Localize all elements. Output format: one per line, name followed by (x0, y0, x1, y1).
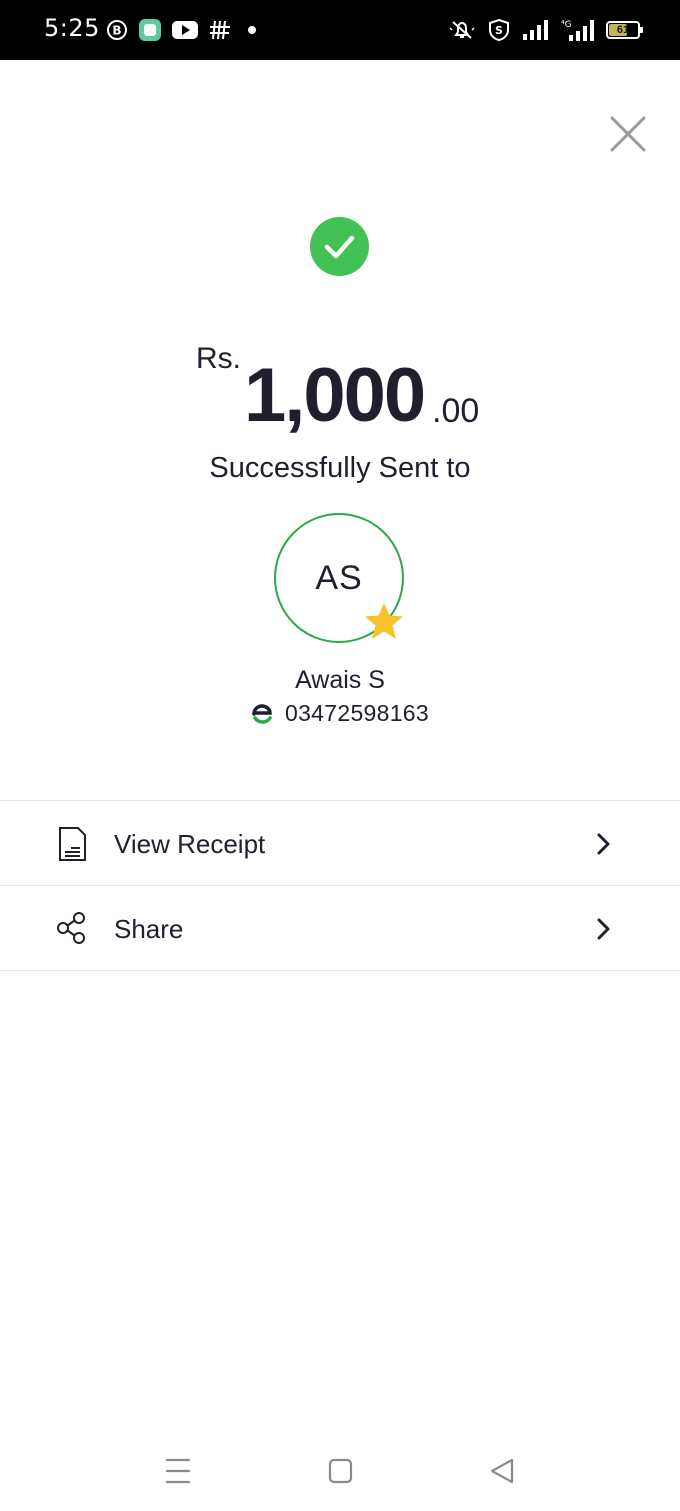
share-button[interactable]: Share (0, 885, 680, 971)
status-time: 5:25 (44, 14, 100, 42)
view-receipt-label: View Receipt (114, 829, 266, 859)
share-icon (57, 912, 85, 944)
favorite-star-icon (365, 603, 403, 639)
battery-level: 61 (616, 24, 630, 36)
back-button[interactable] (482, 1454, 522, 1488)
notification-icons: B (106, 16, 262, 44)
close-icon (610, 116, 646, 152)
share-label: Share (114, 914, 184, 944)
home-button[interactable] (320, 1454, 360, 1488)
recipient-name: Awais S (295, 666, 385, 694)
action-list: View Receipt Share (0, 800, 680, 971)
amount-decimal: .00 (432, 392, 480, 430)
success-check-icon (310, 217, 369, 276)
youtube-icon (172, 21, 198, 39)
easypaisa-logo-icon (252, 703, 272, 724)
dot-icon (248, 26, 256, 34)
svg-text:⁴G: ⁴G (561, 20, 572, 30)
close-button[interactable] (608, 114, 648, 154)
signal-icon (523, 20, 548, 40)
signal-4g-icon: ⁴G (561, 20, 594, 41)
amount-currency: Rs. (196, 342, 241, 375)
battery-icon: 61 (606, 21, 643, 39)
home-icon (328, 1458, 353, 1484)
mute-icon (449, 21, 475, 39)
back-icon (490, 1458, 514, 1484)
avatar-initials: AS (315, 558, 363, 597)
b-circle-icon: B (107, 20, 127, 40)
vpn-shield-icon: S (489, 18, 509, 42)
amount-whole: 1,000 (244, 353, 426, 438)
recipient-phone-row: 03472598163 (0, 700, 680, 727)
hashtag-icon (210, 20, 230, 40)
view-receipt-button[interactable]: View Receipt (0, 800, 680, 885)
chevron-right-icon (597, 833, 610, 855)
recents-button[interactable] (158, 1454, 198, 1488)
chevron-right-icon (597, 918, 610, 940)
recipient-phone: 03472598163 (284, 700, 429, 726)
receipt-icon (59, 827, 86, 861)
system-nav-bar (0, 1440, 680, 1511)
menu-icon (165, 1458, 191, 1484)
app-square-icon (139, 19, 161, 41)
svg-text:B: B (112, 24, 121, 38)
status-bar: 5:25 B S ⁴G 61 (0, 0, 680, 60)
transaction-amount: Rs. 1,000 .00 (0, 340, 680, 440)
svg-text:S: S (495, 24, 503, 37)
status-text: Successfully Sent to (209, 452, 471, 484)
system-icons: S ⁴G 61 (448, 16, 643, 44)
